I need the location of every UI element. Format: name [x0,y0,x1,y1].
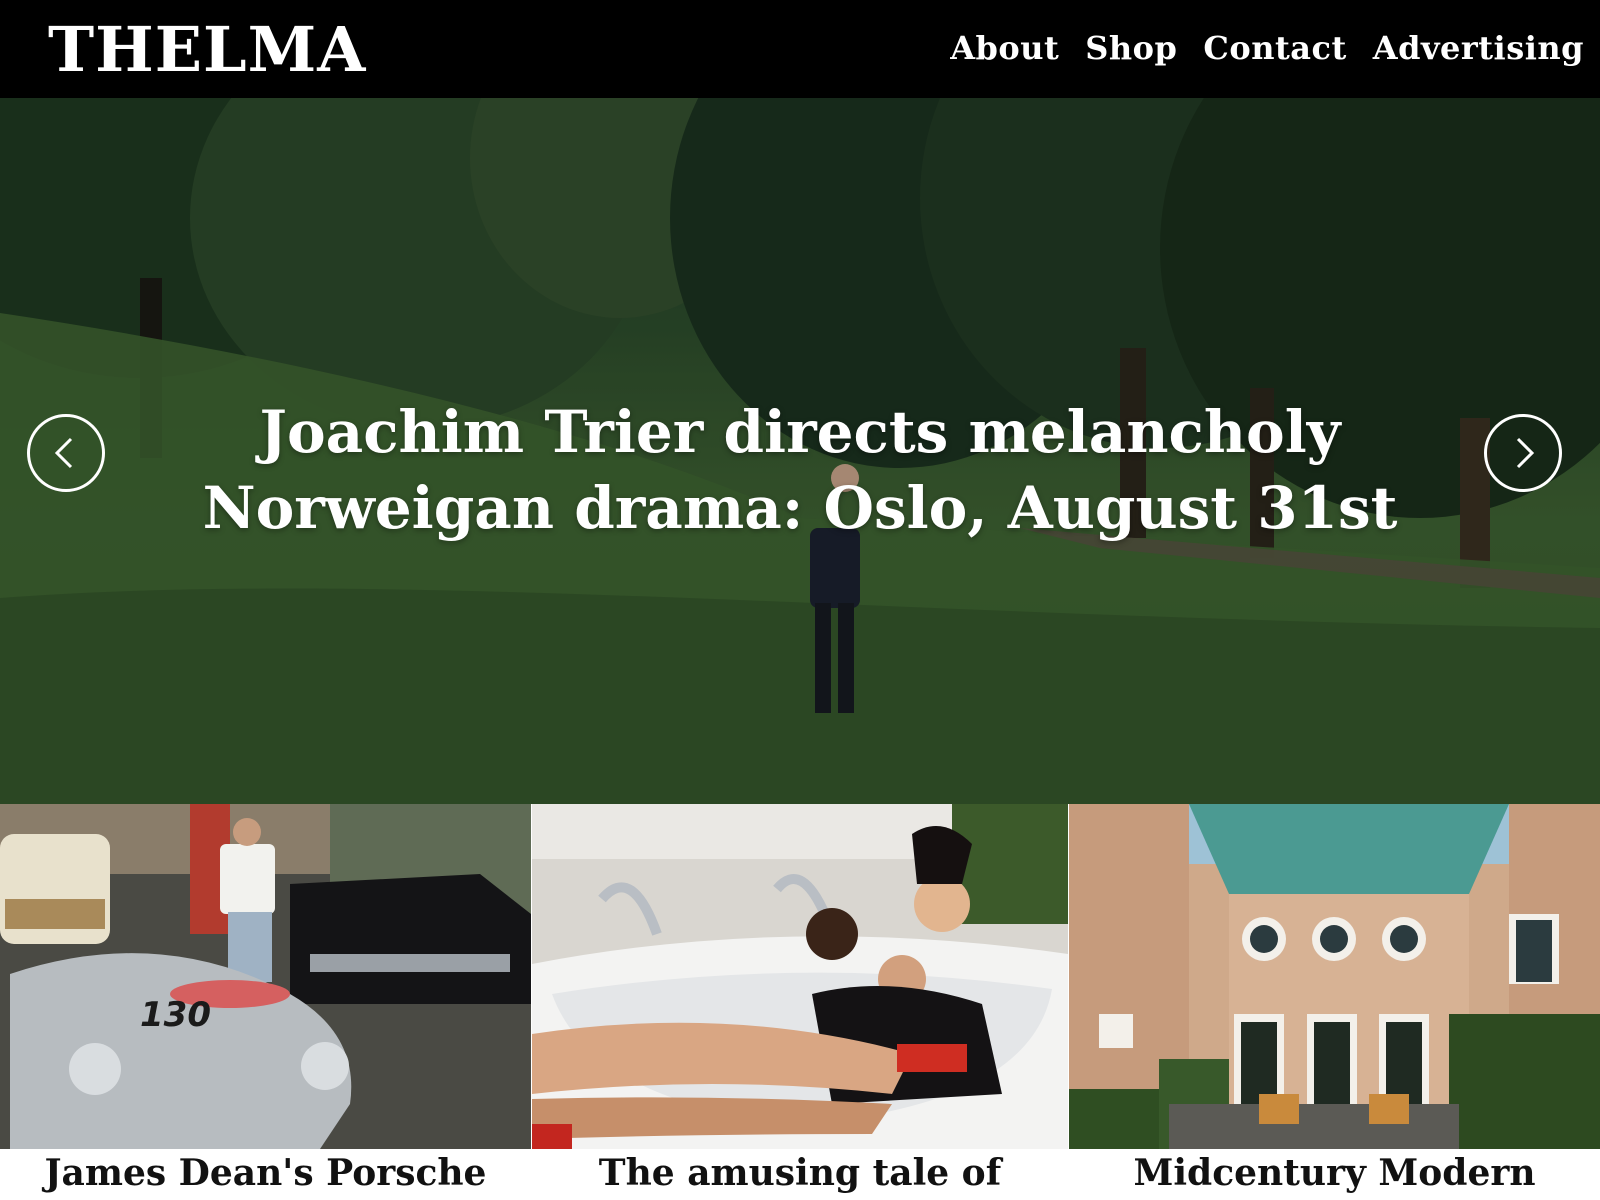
nav-advertising-link[interactable]: Advertising [1373,26,1584,70]
nav-about-link[interactable]: About [950,26,1059,70]
main-nav: About Shop Contact Advertising [950,26,1584,70]
hero-headline-line-1: Joachim Trier directs melancholy [259,398,1341,466]
chevron-left-icon [54,437,73,469]
article-grid: 130 James Dean's Porsche The amusing tal… [0,804,1600,1200]
site-logo[interactable]: THELMA [48,10,366,90]
article-card-tale[interactable]: The amusing tale of [532,804,1068,1200]
article-card-porsche[interactable]: 130 James Dean's Porsche [0,804,531,1200]
article-image-bathtub [532,804,1068,1149]
nav-contact-link[interactable]: Contact [1203,26,1346,70]
article-image-house [1069,804,1600,1149]
slider-next-button[interactable] [1484,414,1562,492]
article-title[interactable]: Midcentury Modern [1069,1148,1600,1198]
article-image-cars: 130 [0,804,531,1149]
article-card-midcentury[interactable]: Midcentury Modern [1069,804,1600,1200]
site-header: THELMA About Shop Contact Advertising [0,0,1600,98]
hero-headline[interactable]: Joachim Trier directs melancholy Norweig… [200,394,1400,546]
article-title[interactable]: The amusing tale of [532,1148,1068,1198]
slider-prev-button[interactable] [27,414,105,492]
chevron-right-icon [1516,437,1535,469]
article-title[interactable]: James Dean's Porsche [0,1148,531,1198]
hero-headline-line-2: Norweigan drama: Oslo, August 31st [202,474,1398,542]
svg-text:130: 130 [140,995,211,1035]
hero-slider[interactable]: Joachim Trier directs melancholy Norweig… [0,98,1600,804]
nav-shop-link[interactable]: Shop [1085,26,1177,70]
